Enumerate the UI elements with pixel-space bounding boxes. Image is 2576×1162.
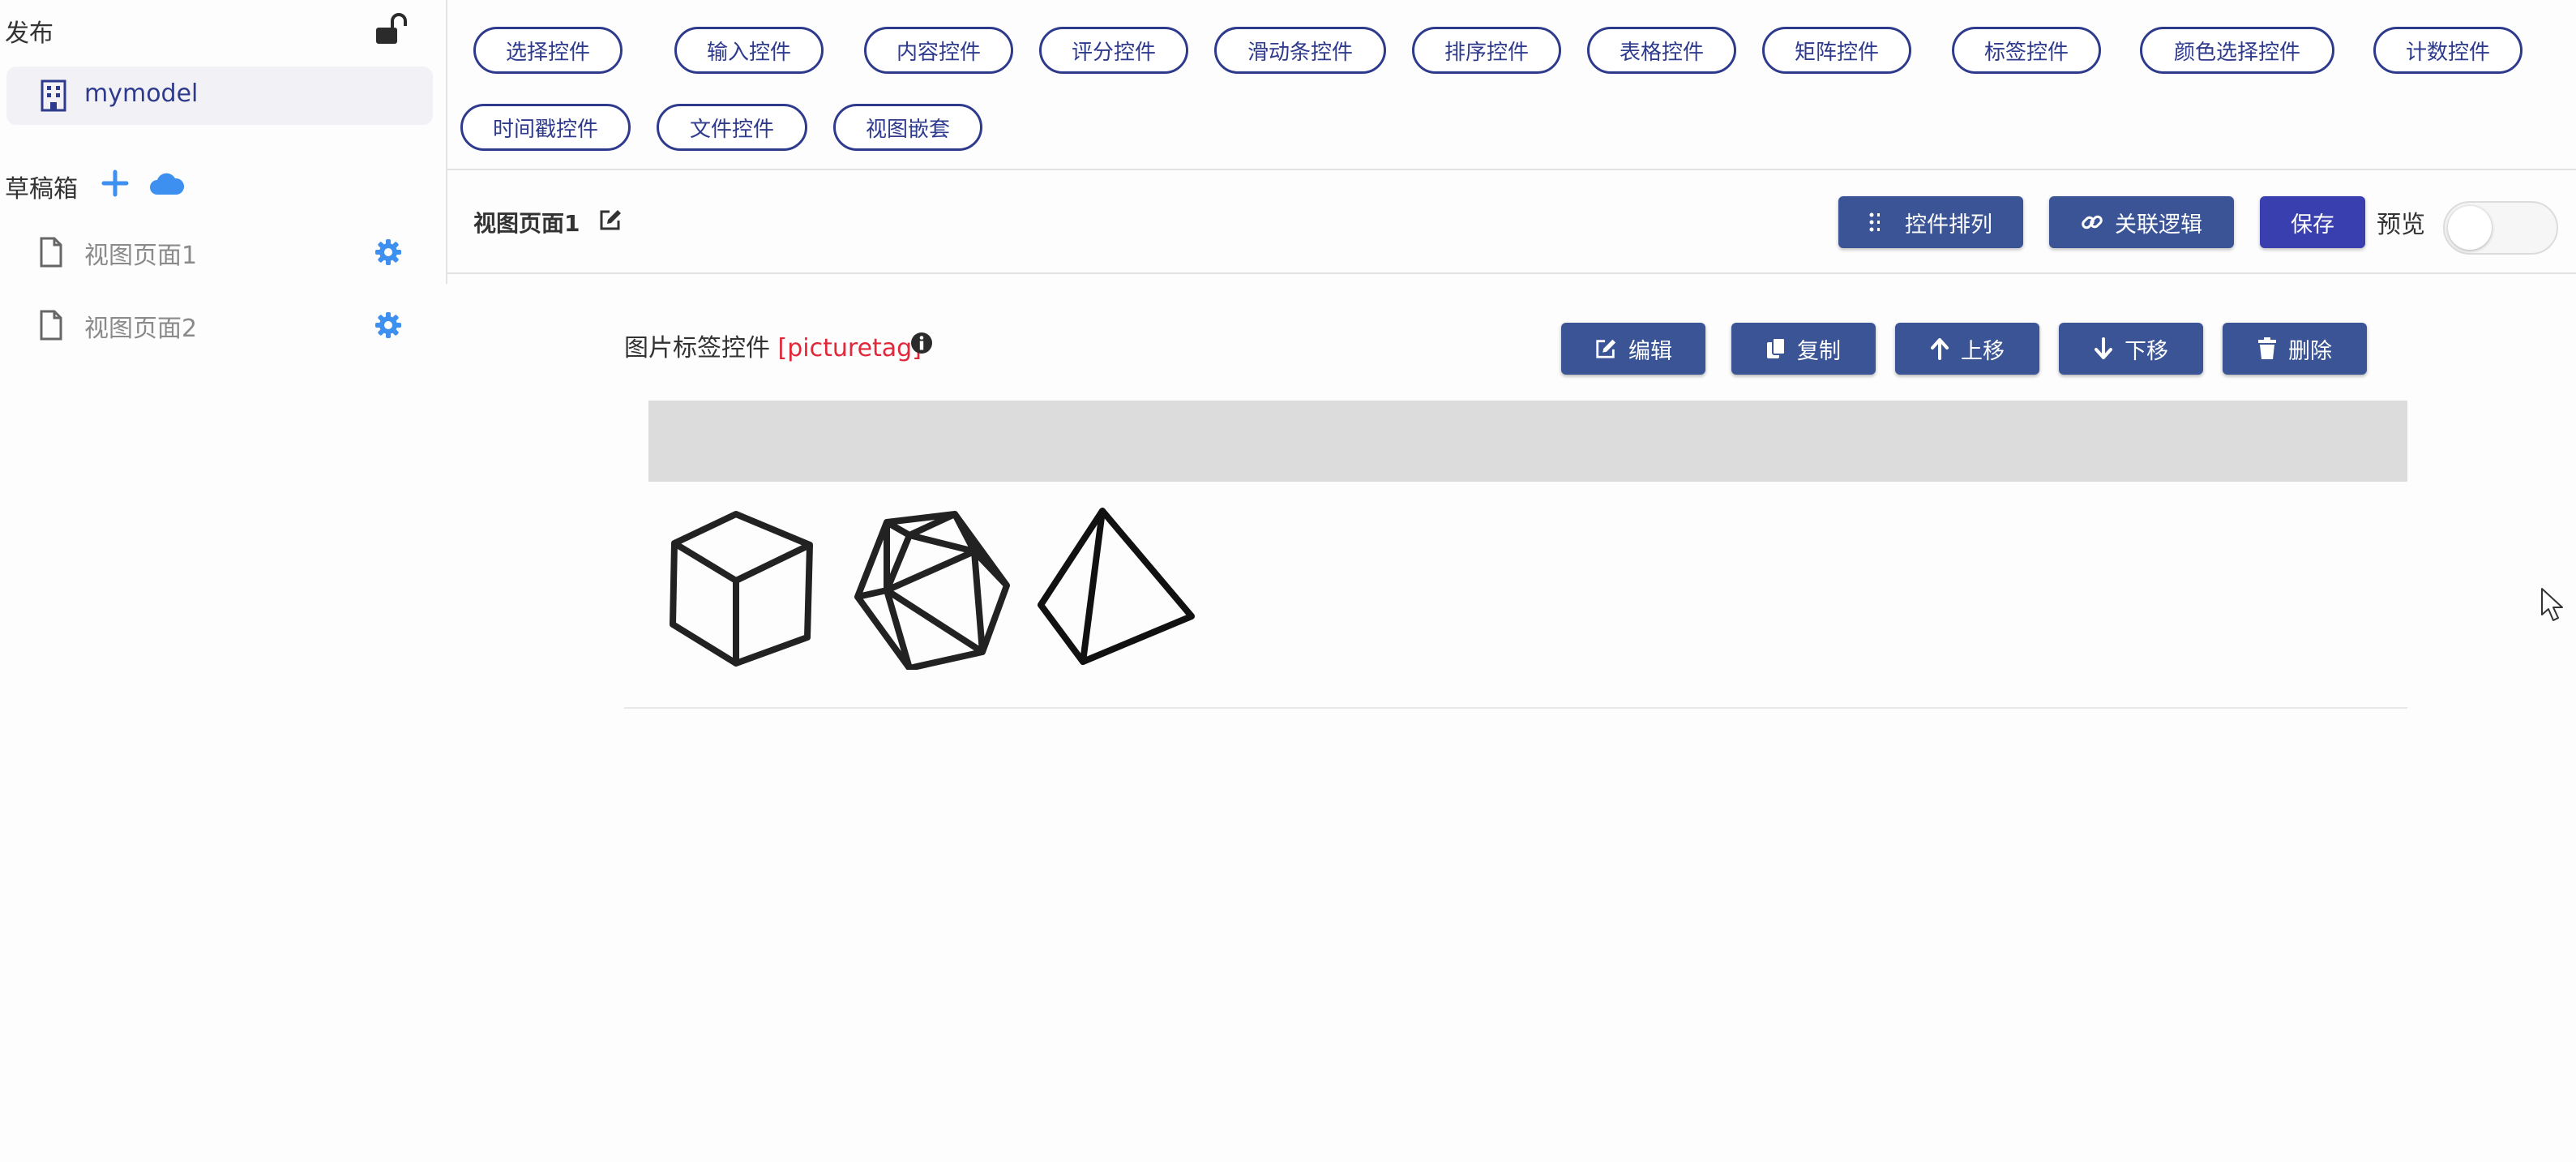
gear-icon[interactable] <box>374 311 402 339</box>
edit-icon <box>1596 339 1616 358</box>
move-up-button[interactable]: 上移 <box>1895 323 2039 375</box>
edit-button[interactable]: 编辑 <box>1561 323 1705 375</box>
lock-open-icon[interactable] <box>374 13 410 45</box>
tag-header-bar <box>648 401 2407 482</box>
chip-color-picker-control[interactable]: 颜色选择控件 <box>2140 27 2334 74</box>
arrow-down-icon <box>2095 337 2112 359</box>
divider <box>447 272 2576 274</box>
chip-select-control[interactable]: 选择控件 <box>473 27 623 74</box>
chip-matrix-control[interactable]: 矩阵控件 <box>1762 27 1911 74</box>
cloud-icon[interactable] <box>149 172 185 196</box>
model-item[interactable]: mymodel <box>6 66 433 125</box>
move-up-label: 上移 <box>1961 338 2005 364</box>
save-button[interactable]: 保存 <box>2260 196 2365 248</box>
edit-label: 编辑 <box>1628 338 1672 364</box>
divider <box>447 169 2576 170</box>
chip-tag-control[interactable]: 标签控件 <box>1952 27 2101 74</box>
preview-label: 预览 <box>2377 211 2425 239</box>
tetrahedron-icon[interactable] <box>1038 506 1196 667</box>
arrange-controls-button[interactable]: 控件排列 <box>1838 196 2023 248</box>
drafts-section-title: 草稿箱 <box>5 175 78 204</box>
chip-sort-control[interactable]: 排序控件 <box>1412 27 1561 74</box>
control-name: 图片标签控件 <box>624 334 770 362</box>
chip-counter-control[interactable]: 计数控件 <box>2373 27 2523 74</box>
copy-button[interactable]: 复制 <box>1731 323 1876 375</box>
file-icon <box>40 310 62 341</box>
sidebar-item-label: 视图页面2 <box>84 315 198 343</box>
list-icon <box>1869 212 1880 232</box>
arrange-controls-label: 控件排列 <box>1905 212 1992 238</box>
delete-label: 删除 <box>2288 338 2332 364</box>
link-logic-label: 关联逻辑 <box>2115 212 2202 238</box>
file-icon <box>40 237 62 268</box>
chip-content-control[interactable]: 内容控件 <box>864 27 1013 74</box>
toggle-knob <box>2448 206 2492 250</box>
building-icon <box>41 79 66 112</box>
sidebar: 发布 mymodel 草稿箱 视图页面1 视图页面2 <box>0 0 447 343</box>
move-down-button[interactable]: 下移 <box>2059 323 2203 375</box>
page-title: 视图页面1 <box>473 210 580 237</box>
copy-icon <box>1767 337 1786 358</box>
info-icon[interactable] <box>909 331 934 355</box>
sidebar-item-page-2[interactable]: 视图页面2 <box>39 300 412 349</box>
chip-view-nesting[interactable]: 视图嵌套 <box>833 104 982 151</box>
sidebar-item-page-1[interactable]: 视图页面1 <box>39 227 412 276</box>
control-title: 图片标签控件 [picturetag] <box>624 328 922 363</box>
chip-table-control[interactable]: 表格控件 <box>1587 27 1736 74</box>
chip-rating-control[interactable]: 评分控件 <box>1039 27 1188 74</box>
divider <box>624 707 2407 709</box>
sidebar-item-label: 视图页面1 <box>84 242 198 270</box>
preview-toggle[interactable] <box>2443 201 2558 255</box>
model-name: mymodel <box>84 79 199 108</box>
copy-label: 复制 <box>1797 338 1841 364</box>
cursor-icon <box>2541 588 2563 621</box>
icosahedron-icon[interactable] <box>853 509 1012 670</box>
delete-button[interactable]: 删除 <box>2223 323 2367 375</box>
trash-icon <box>2258 337 2276 359</box>
move-down-label: 下移 <box>2125 338 2168 364</box>
link-icon <box>2082 215 2103 229</box>
chip-file-control[interactable]: 文件控件 <box>657 104 807 151</box>
cube-icon[interactable] <box>668 509 814 668</box>
arrow-up-icon <box>1931 338 1949 360</box>
control-tag: [picturetag] <box>777 334 922 362</box>
gear-icon[interactable] <box>374 238 402 266</box>
plus-icon[interactable] <box>101 169 130 198</box>
edit-icon[interactable] <box>598 208 623 232</box>
chip-input-control[interactable]: 输入控件 <box>674 27 824 74</box>
publish-section-title: 发布 <box>5 19 53 48</box>
link-logic-button[interactable]: 关联逻辑 <box>2049 196 2234 248</box>
chip-timestamp-control[interactable]: 时间戳控件 <box>460 104 631 151</box>
chip-slider-control[interactable]: 滑动条控件 <box>1214 27 1386 74</box>
